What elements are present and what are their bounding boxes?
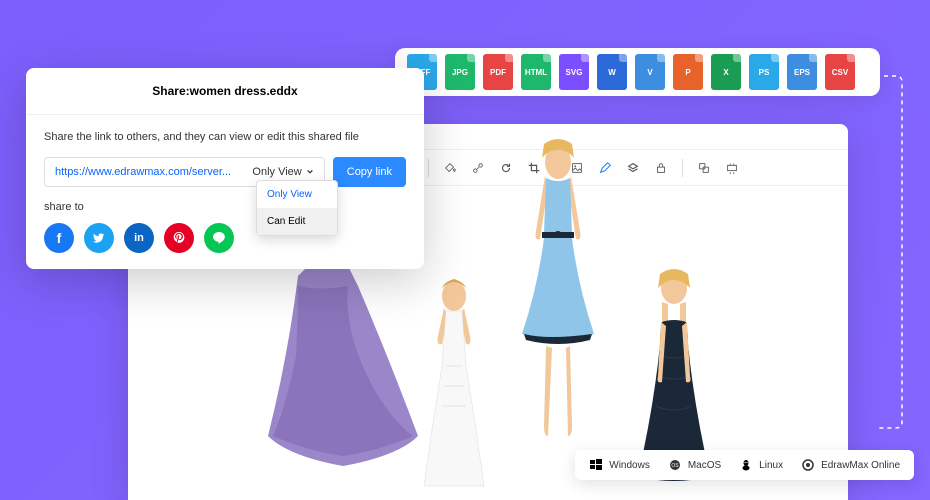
share-to-label: share to — [44, 201, 406, 213]
permission-select[interactable]: Only View — [252, 166, 313, 178]
figure-white-dress[interactable] — [406, 276, 501, 496]
line-button[interactable] — [204, 223, 234, 253]
platform-bar: Windows OS MacOS Linux EdrawMax Online — [575, 450, 914, 480]
stroke-tool-icon[interactable] — [467, 157, 489, 179]
group-tool-icon[interactable] — [693, 157, 715, 179]
export-visio-icon[interactable]: V — [635, 54, 665, 90]
arrange-tool-icon[interactable] — [721, 157, 743, 179]
twitter-button[interactable] — [84, 223, 114, 253]
share-url-text: https://www.edrawmax.com/server... — [55, 166, 231, 178]
export-svg-icon[interactable]: SVG — [559, 54, 589, 90]
export-word-icon[interactable]: W — [597, 54, 627, 90]
copy-link-button[interactable]: Copy link — [333, 157, 406, 187]
toolbar-separator — [428, 159, 429, 177]
platform-linux[interactable]: Linux — [739, 458, 783, 472]
pinterest-button[interactable] — [164, 223, 194, 253]
export-powerpoint-icon[interactable]: P — [673, 54, 703, 90]
export-ps-icon[interactable]: PS — [749, 54, 779, 90]
export-pdf-icon[interactable]: PDF — [483, 54, 513, 90]
layer-tool-icon[interactable] — [622, 157, 644, 179]
fill-tool-icon[interactable] — [439, 157, 461, 179]
svg-text:OS: OS — [671, 463, 679, 469]
permission-dropdown: Only View Can Edit — [256, 180, 338, 236]
share-dialog: Share:women dress.eddx Share the link to… — [26, 68, 424, 269]
chevron-down-icon — [306, 168, 314, 176]
toolbar-separator — [682, 159, 683, 177]
export-html-icon[interactable]: HTML — [521, 54, 551, 90]
share-description: Share the link to others, and they can v… — [44, 131, 406, 143]
connector-arrow — [866, 62, 906, 442]
macos-icon: OS — [668, 458, 682, 472]
chrome-icon — [801, 458, 815, 472]
export-jpg-icon[interactable]: JPG — [445, 54, 475, 90]
share-dialog-title: Share:women dress.eddx — [26, 68, 424, 115]
export-excel-icon[interactable]: X — [711, 54, 741, 90]
facebook-button[interactable]: f — [44, 223, 74, 253]
export-eps-icon[interactable]: EPS — [787, 54, 817, 90]
platform-online[interactable]: EdrawMax Online — [801, 458, 900, 472]
linkedin-button[interactable]: in — [124, 223, 154, 253]
platform-macos[interactable]: OS MacOS — [668, 458, 721, 472]
social-buttons: f in — [44, 223, 406, 253]
platform-windows[interactable]: Windows — [589, 458, 650, 472]
export-csv-icon[interactable]: CSV — [825, 54, 855, 90]
linux-icon — [739, 458, 753, 472]
dropdown-only-view[interactable]: Only View — [257, 181, 337, 208]
export-format-bar: TIFF JPG PDF HTML SVG W V P X PS EPS CSV — [395, 48, 880, 96]
lock-tool-icon[interactable] — [650, 157, 672, 179]
dropdown-can-edit[interactable]: Can Edit — [257, 208, 337, 235]
windows-icon — [589, 458, 603, 472]
figure-blue-dress[interactable] — [498, 136, 618, 476]
